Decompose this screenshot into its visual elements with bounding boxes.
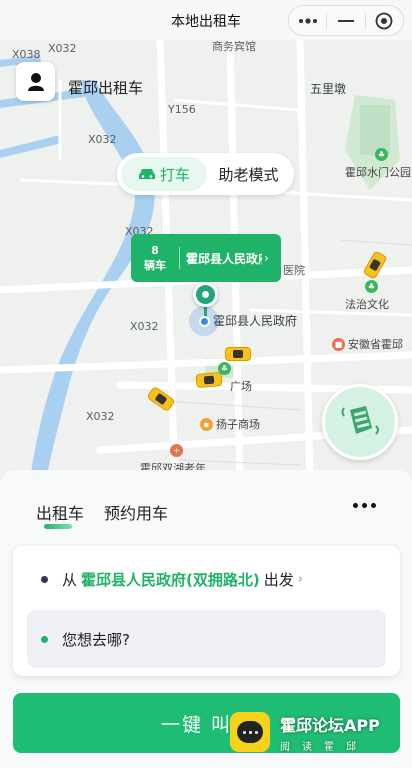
- pickup-pin-icon[interactable]: [193, 282, 218, 307]
- dots-icon: [298, 17, 317, 24]
- place-label: 商务宾馆: [212, 40, 256, 53]
- car-count-unit: 辆车: [144, 259, 166, 272]
- poi-label: 安徽省霍邱: [348, 338, 403, 351]
- pickup-suffix: 出发: [263, 571, 294, 589]
- tab-active-indicator: [44, 524, 72, 529]
- poi-park[interactable]: ♣ 霍邱水门公园: [345, 148, 411, 180]
- current-location-dot: [199, 316, 210, 327]
- pickup-place: 霍邱县人民政府(双拥路北): [81, 571, 260, 589]
- car-icon: [138, 169, 155, 179]
- hail-gesture-button[interactable]: [322, 384, 398, 460]
- poi-label: 扬子商场: [216, 418, 260, 431]
- pickup-prefix: 从: [62, 571, 78, 589]
- miniprogram-capsule: [288, 5, 404, 36]
- minimize-button[interactable]: [327, 6, 364, 35]
- poi-gov[interactable]: ■ 安徽省霍邱: [332, 336, 403, 352]
- watermark: 霍邱论坛APP 阅读霍邱: [230, 708, 408, 756]
- park-icon: ♣: [375, 148, 388, 161]
- mode-toggle: 打车 助老模式: [117, 153, 294, 195]
- user-avatar-button[interactable]: [16, 62, 55, 101]
- place-label: 医院: [283, 264, 305, 277]
- cta-label: 一键 叫: [161, 713, 233, 736]
- car-count-number: 8: [151, 244, 159, 257]
- pickup-row[interactable]: 从 霍邱县人民政府(双拥路北) 出发 ›: [41, 569, 303, 590]
- shopping-icon: ▪: [200, 417, 213, 431]
- bubble-place: 霍邱县人民政府: [186, 251, 262, 266]
- mode-elder-button[interactable]: 助老模式: [207, 164, 290, 185]
- pickup-bullet: [41, 576, 48, 583]
- road-label: Y156: [168, 103, 196, 116]
- road-label: X032: [88, 133, 117, 146]
- place-label: 霍邱县人民政府: [213, 314, 298, 328]
- chevron-right-icon: ›: [297, 572, 303, 587]
- mode-taxi-label: 打车: [159, 165, 190, 184]
- park-icon: ♣: [365, 280, 378, 293]
- more-options-button[interactable]: [353, 503, 376, 508]
- mode-taxi-button[interactable]: 打车: [121, 157, 207, 191]
- service-tabs: 出租车 预约用车: [36, 500, 168, 529]
- destination-placeholder: 您想去哪?: [62, 630, 130, 649]
- tab-taxi-label: 出租车: [36, 504, 85, 523]
- bubble-divider: [179, 247, 180, 269]
- building-icon: ■: [332, 337, 345, 351]
- tab-reserve[interactable]: 预约用车: [104, 500, 168, 524]
- destination-bullet: [41, 635, 48, 643]
- watermark-subtitle: 阅读霍邱: [280, 741, 368, 753]
- taxi-icon: [225, 347, 251, 361]
- tab-taxi[interactable]: 出租车: [36, 500, 85, 529]
- road-label: X032: [86, 410, 115, 423]
- road-label: X032: [48, 42, 77, 55]
- poi-mall[interactable]: ▪ 扬子商场: [200, 416, 260, 432]
- building-icon: +: [170, 444, 183, 457]
- poi-label: 广场: [230, 380, 252, 393]
- hand-wave-icon: [341, 406, 379, 435]
- watermark-title: 霍邱论坛APP: [280, 715, 380, 735]
- user-icon: [27, 72, 44, 91]
- road-label: X032: [130, 320, 159, 333]
- brand-name: 霍邱出租车: [68, 79, 144, 97]
- road-label: X038: [12, 48, 41, 61]
- destination-input[interactable]: 您想去哪?: [27, 610, 386, 668]
- nearby-cars-bubble[interactable]: 8 辆车 霍邱县人民政府 ›: [131, 234, 281, 282]
- poi-label: 霍邱水门公园: [345, 166, 411, 179]
- minus-icon: [337, 19, 354, 22]
- watermark-text: 霍邱论坛APP 阅读霍邱: [280, 712, 380, 753]
- target-icon: [375, 12, 393, 29]
- place-label: 五里墩: [310, 82, 347, 96]
- car-count: 8 辆车: [137, 243, 173, 273]
- title-bar: 本地出租车: [0, 0, 412, 40]
- close-button[interactable]: [366, 6, 403, 35]
- forum-logo-icon: [230, 712, 270, 752]
- more-menu-button[interactable]: [289, 6, 326, 35]
- taxi-icon: [195, 371, 223, 389]
- chevron-right-icon: ›: [264, 251, 269, 265]
- route-card: 从 霍邱县人民政府(双拥路北) 出发 › 您想去哪?: [13, 546, 400, 676]
- poi-label: 法治文化: [345, 298, 389, 311]
- poi-culture[interactable]: ♣ 法治文化: [345, 280, 389, 312]
